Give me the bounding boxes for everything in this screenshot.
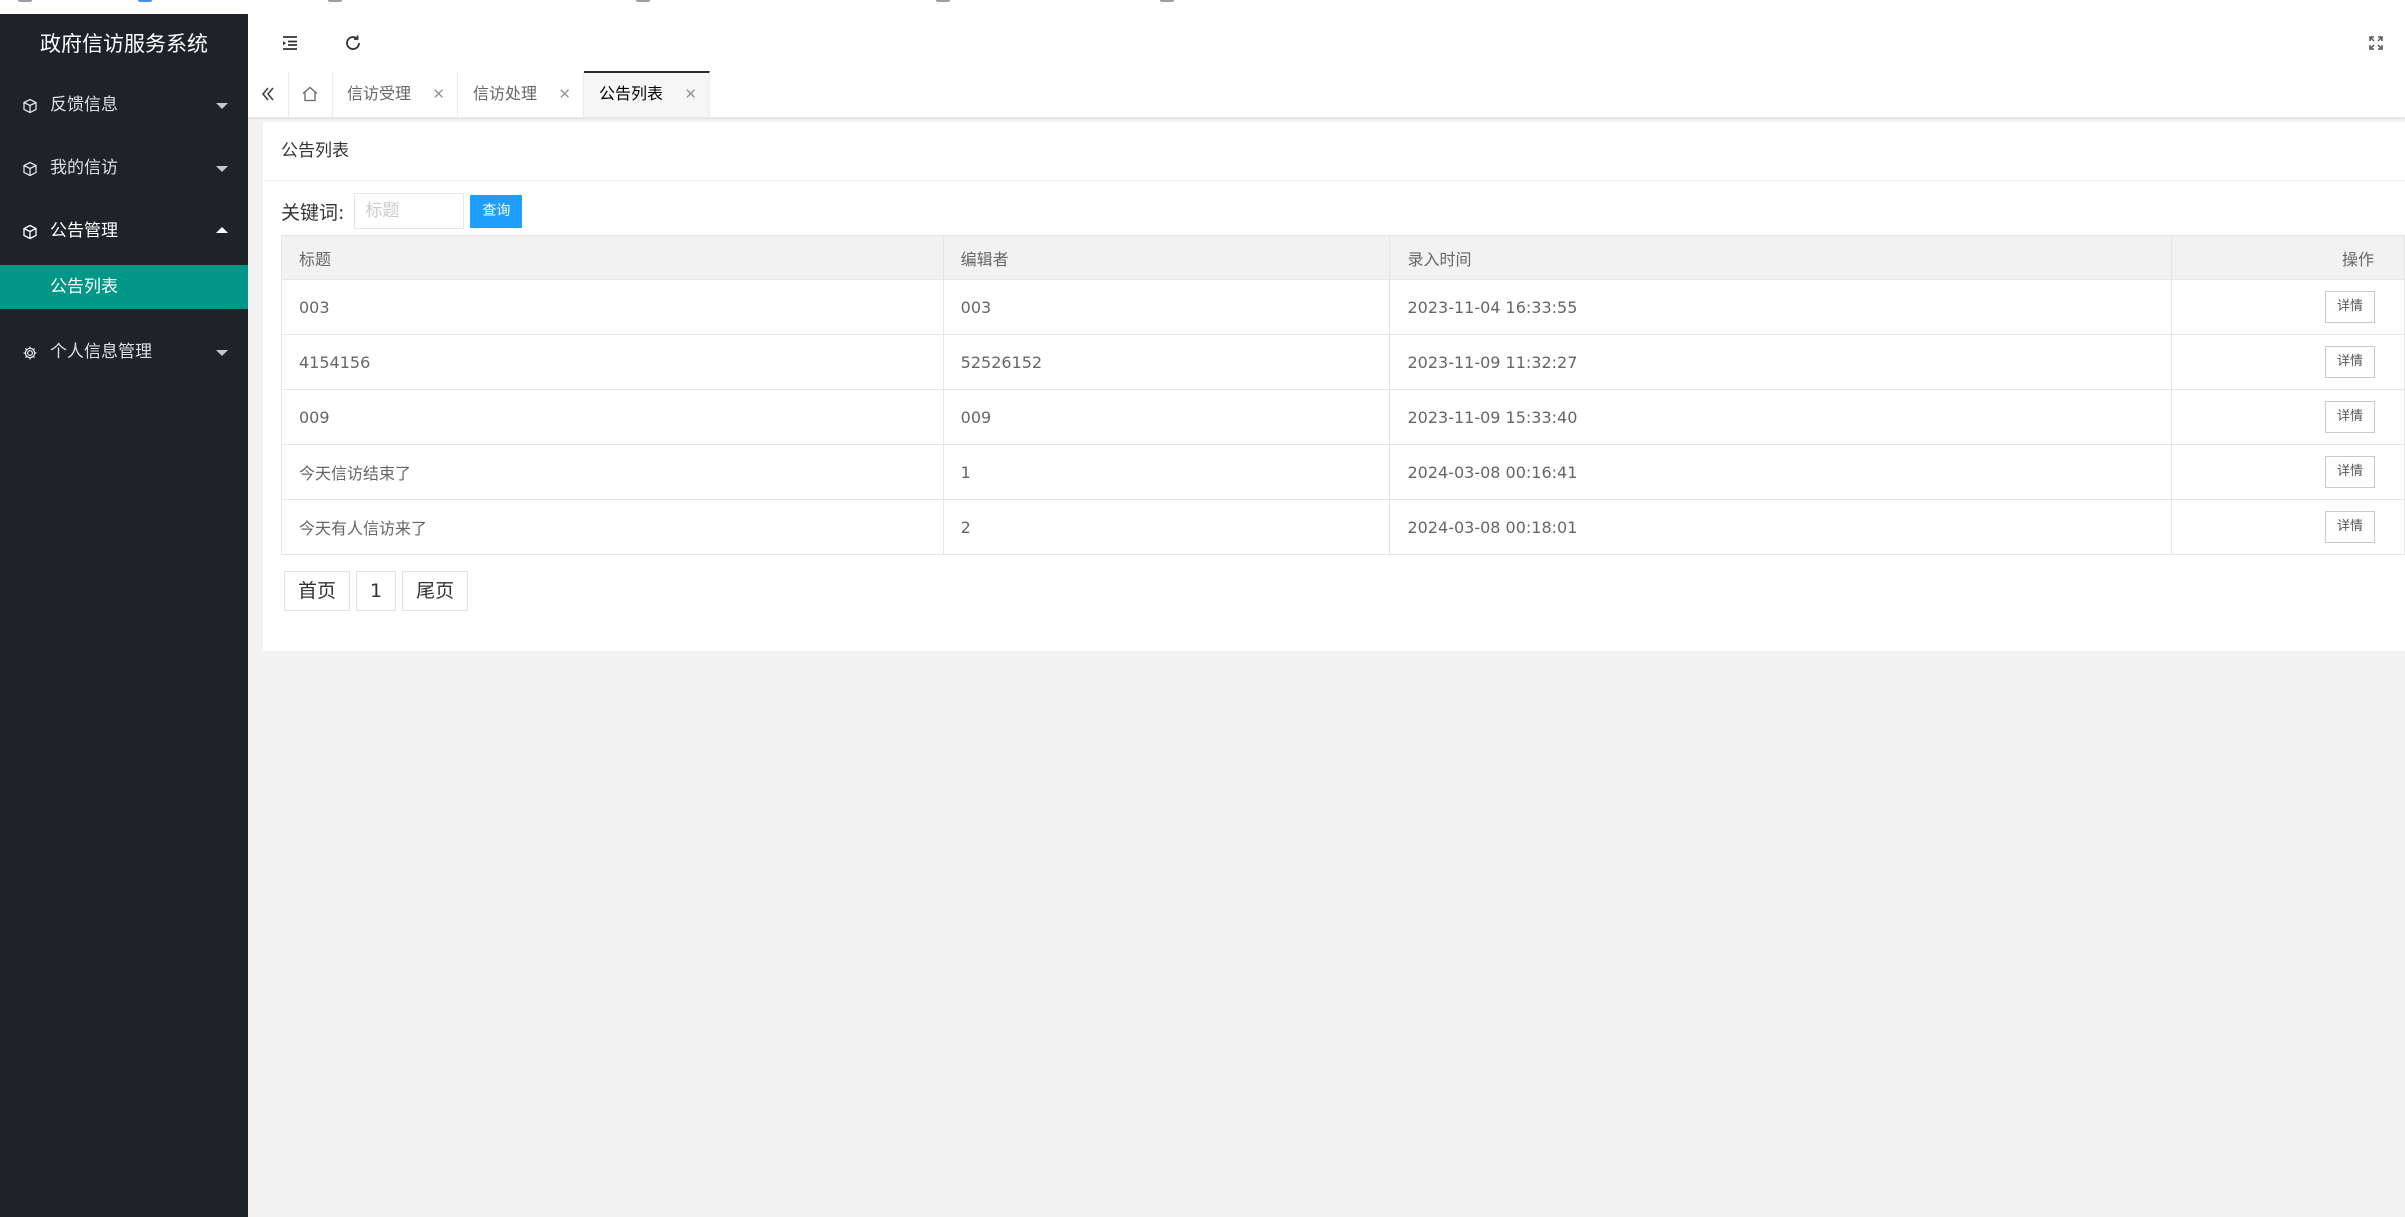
cell-action: 详情 — [2171, 334, 2405, 390]
cube-icon — [21, 137, 39, 200]
table-row: 4154156 52526152 2023-11-09 11:32:27 详情 — [281, 334, 2405, 390]
pagination: 首页 1 尾页 — [284, 571, 474, 611]
cell-title: 4154156 — [281, 334, 944, 390]
search-button[interactable]: 查询 — [470, 194, 523, 228]
cell-title: 今天信访结束了 — [281, 444, 944, 500]
menu-toggle-icon[interactable] — [275, 28, 305, 58]
table-header-row: 标题 编辑者 录入时间 操作 — [281, 235, 2405, 280]
divider — [263, 180, 2405, 181]
close-icon[interactable]: ✕ — [558, 71, 571, 117]
cell-editor: 1 — [942, 444, 1391, 500]
sidebar-item-announcements[interactable]: 公告管理 — [0, 200, 248, 263]
pager-page-button[interactable]: 1 — [356, 571, 397, 611]
tab-petition-handle[interactable]: 信访处理 ✕ — [458, 71, 584, 117]
refresh-icon[interactable] — [338, 28, 368, 58]
tab-bar: 信访受理 ✕ 信访处理 ✕ 公告列表 ✕ — [248, 71, 2405, 118]
pager-first-button[interactable]: 首页 — [284, 571, 351, 611]
close-icon[interactable]: ✕ — [432, 71, 445, 117]
detail-button[interactable]: 详情 — [2324, 291, 2375, 323]
page-title: 公告列表 — [281, 141, 349, 161]
pager-last-button[interactable]: 尾页 — [402, 571, 469, 611]
column-header-action: 操作 — [2171, 235, 2405, 280]
close-icon[interactable]: ✕ — [684, 73, 697, 115]
cell-action: 详情 — [2171, 389, 2405, 445]
cube-icon — [21, 200, 39, 263]
cell-action: 详情 — [2171, 444, 2405, 500]
fullscreen-icon[interactable] — [2361, 28, 2391, 58]
tab-label: 信访处理 — [473, 84, 538, 103]
chevron-down-icon — [216, 103, 228, 109]
sidebar-item-label: 个人信息管理 — [50, 342, 152, 362]
cube-icon — [21, 74, 39, 137]
column-header-editor: 编辑者 — [942, 235, 1391, 280]
sidebar-item-label: 反馈信息 — [50, 95, 118, 115]
cell-editor: 003 — [942, 279, 1391, 335]
gear-icon — [21, 321, 39, 384]
cell-editor: 2 — [942, 499, 1391, 555]
table-row: 009 009 2023-11-09 15:33:40 详情 — [281, 389, 2405, 445]
column-header-time: 录入时间 — [1389, 235, 2173, 280]
detail-button[interactable]: 详情 — [2324, 346, 2375, 378]
cell-time: 2023-11-04 16:33:55 — [1389, 279, 2173, 335]
cell-time: 2023-11-09 15:33:40 — [1389, 389, 2173, 445]
sidebar: 政府信访服务系统 反馈信息 我的信访 公告管理 公告列表 个人信息管理 — [0, 14, 248, 1217]
tab-label: 公告列表 — [599, 84, 664, 103]
cell-title: 009 — [281, 389, 944, 445]
home-icon[interactable] — [288, 71, 333, 117]
tab-announcement-list[interactable]: 公告列表 ✕ — [584, 71, 710, 117]
tab-label: 信访受理 — [347, 84, 412, 103]
search-label: 关键词: — [281, 201, 345, 224]
search-input[interactable] — [354, 193, 465, 229]
detail-button[interactable]: 详情 — [2324, 511, 2375, 543]
app-title: 政府信访服务系统 — [40, 32, 208, 56]
cell-time: 2024-03-08 00:16:41 — [1389, 444, 2173, 500]
sidebar-item-label: 公告管理 — [50, 221, 118, 241]
cell-action: 详情 — [2171, 279, 2405, 335]
cell-action: 详情 — [2171, 499, 2405, 555]
sidebar-subitem-announcement-list[interactable]: 公告列表 — [0, 265, 248, 309]
table-row: 003 003 2023-11-04 16:33:55 详情 — [281, 279, 2405, 335]
detail-button[interactable]: 详情 — [2324, 401, 2375, 433]
detail-button[interactable]: 详情 — [2324, 456, 2375, 488]
cell-editor: 52526152 — [942, 334, 1391, 390]
search-bar: 关键词: 查询 — [281, 192, 523, 230]
top-strip — [0, 0, 2405, 14]
sidebar-item-feedback[interactable]: 反馈信息 — [0, 74, 248, 137]
cell-time: 2023-11-09 11:32:27 — [1389, 334, 2173, 390]
chevron-down-icon — [216, 350, 228, 356]
cell-editor: 009 — [942, 389, 1391, 445]
column-header-title: 标题 — [281, 235, 944, 280]
announcement-table: 标题 编辑者 录入时间 操作 003 003 2023-11-04 16:33:… — [281, 235, 2405, 555]
cell-title: 今天有人信访来了 — [281, 499, 944, 555]
content-panel: 公告列表 关键词: 查询 标题 编辑者 录入时间 操作 003 003 2023… — [263, 122, 2405, 652]
table-row: 今天信访结束了 1 2024-03-08 00:16:41 详情 — [281, 444, 2405, 500]
cell-time: 2024-03-08 00:18:01 — [1389, 499, 2173, 555]
table-row: 今天有人信访来了 2 2024-03-08 00:18:01 详情 — [281, 499, 2405, 555]
cell-title: 003 — [281, 279, 944, 335]
sidebar-item-label: 我的信访 — [50, 158, 118, 178]
chevron-up-icon — [216, 227, 228, 233]
tab-petition-accept[interactable]: 信访受理 ✕ — [332, 71, 458, 117]
divider — [263, 651, 2405, 652]
sidebar-item-my-petitions[interactable]: 我的信访 — [0, 137, 248, 200]
chevron-down-icon — [216, 166, 228, 172]
tabs-scroll-left-icon[interactable] — [248, 71, 289, 117]
sidebar-item-profile[interactable]: 个人信息管理 — [0, 321, 248, 384]
header — [248, 14, 2405, 72]
